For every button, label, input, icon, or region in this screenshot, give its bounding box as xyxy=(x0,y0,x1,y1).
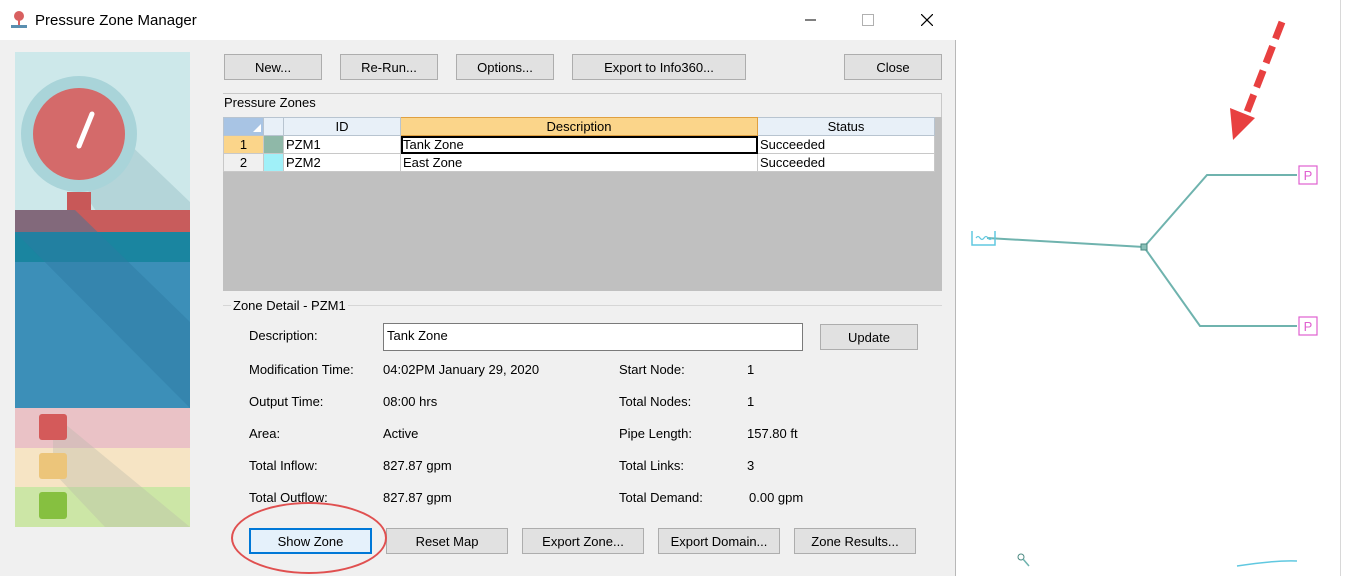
description-column-header[interactable]: Description xyxy=(400,117,758,136)
map-scroll-divider xyxy=(1340,0,1341,576)
area-value: Active xyxy=(383,426,419,441)
description-field[interactable]: Tank Zone xyxy=(383,323,803,351)
grid-corner[interactable] xyxy=(223,117,264,136)
export-domain-button[interactable]: Export Domain... xyxy=(658,528,780,554)
modification-time-value: 04:02PM January 29, 2020 xyxy=(383,362,540,377)
pipe-length-value: 157.80 ft xyxy=(747,426,798,441)
show-zone-button[interactable]: Show Zone xyxy=(249,528,372,554)
grid-header-row: ID Description Status xyxy=(223,117,935,136)
status-column-header[interactable]: Status xyxy=(757,117,935,136)
total-nodes-value: 1 xyxy=(747,394,755,409)
zone-id-cell[interactable]: PZM1 xyxy=(283,135,401,154)
pressure-zone-manager-dialog: Pressure Zone Manager New... Re-Run... O… xyxy=(0,0,956,576)
total-demand-label: Total Demand: xyxy=(619,490,703,505)
annotation-arrow-icon xyxy=(1230,20,1286,140)
zone-id-cell[interactable]: PZM2 xyxy=(283,153,401,172)
window-title: Pressure Zone Manager xyxy=(35,12,197,29)
select-all-icon xyxy=(253,123,261,132)
total-nodes-label: Total Nodes: xyxy=(619,394,692,409)
row-number[interactable]: 1 xyxy=(223,135,264,154)
total-outflow-value: 827.87 gpm xyxy=(383,490,452,505)
pipe-link[interactable] xyxy=(1236,560,1298,567)
close-window-button[interactable] xyxy=(904,0,950,40)
rerun-button[interactable]: Re-Run... xyxy=(340,54,438,80)
network-map-canvas[interactable]: P P xyxy=(957,0,1352,576)
total-demand-value: 0.00 gpm xyxy=(749,490,804,505)
zone-results-button[interactable]: Zone Results... xyxy=(794,528,916,554)
total-links-value: 3 xyxy=(747,458,755,473)
close-icon xyxy=(921,14,933,26)
total-inflow-label: Total Inflow: xyxy=(249,458,318,473)
pressure-zones-grid[interactable]: ID Description Status 1 PZM1 Tank Zone S… xyxy=(223,117,935,172)
zone-status-cell[interactable]: Succeeded xyxy=(757,135,935,154)
close-button[interactable]: Close xyxy=(844,54,942,80)
pipe-link[interactable] xyxy=(1022,558,1030,567)
maximize-icon xyxy=(862,14,874,26)
zone-status-cell[interactable]: Succeeded xyxy=(757,153,935,172)
modification-time-label: Modification Time: xyxy=(249,362,354,377)
pipe-link[interactable] xyxy=(986,237,1145,248)
pipe-link[interactable] xyxy=(1143,174,1297,248)
total-inflow-value: 827.87 gpm xyxy=(383,458,452,473)
start-node-label: Start Node: xyxy=(619,362,685,377)
network-map[interactable]: P P xyxy=(957,0,1352,576)
pump-icon[interactable]: P xyxy=(1298,316,1318,336)
zone-description-cell[interactable]: East Zone xyxy=(400,153,758,172)
update-button[interactable]: Update xyxy=(820,324,918,350)
area-label: Area: xyxy=(249,426,281,441)
output-time-value: 08:00 hrs xyxy=(383,394,438,409)
table-row[interactable]: 1 PZM1 Tank Zone Succeeded xyxy=(223,135,935,154)
minimize-button[interactable] xyxy=(788,0,834,40)
new-button[interactable]: New... xyxy=(224,54,322,80)
tank-icon[interactable] xyxy=(971,231,996,246)
reset-map-button[interactable]: Reset Map xyxy=(386,528,508,554)
title-bar: Pressure Zone Manager xyxy=(0,0,956,40)
pump-label: P xyxy=(1304,319,1313,334)
export-zone-button[interactable]: Export Zone... xyxy=(522,528,644,554)
junction-node[interactable] xyxy=(1140,243,1148,251)
zone-description-cell[interactable]: Tank Zone xyxy=(400,135,758,154)
pump-label: P xyxy=(1304,168,1313,183)
row-number[interactable]: 2 xyxy=(223,153,264,172)
zone-color-swatch xyxy=(263,153,284,172)
start-node-value: 1 xyxy=(747,362,755,377)
export-info360-button[interactable]: Export to Info360... xyxy=(572,54,746,80)
id-column-header[interactable]: ID xyxy=(283,117,401,136)
output-time-label: Output Time: xyxy=(249,394,324,409)
total-outflow-label: Total Outflow: xyxy=(249,490,328,505)
maximize-button[interactable] xyxy=(845,0,891,40)
zone-detail-title: Zone Detail - PZM1 xyxy=(231,298,348,313)
total-links-label: Total Links: xyxy=(619,458,685,473)
zone-color-swatch xyxy=(263,135,284,154)
color-column-header xyxy=(263,117,284,136)
minimize-icon xyxy=(805,19,816,21)
options-button[interactable]: Options... xyxy=(456,54,554,80)
app-icon xyxy=(11,11,27,28)
pressure-zones-label: Pressure Zones xyxy=(224,95,316,110)
pressure-gauge-illustration xyxy=(15,52,190,527)
pipe-link[interactable] xyxy=(1143,246,1297,327)
table-row[interactable]: 2 PZM2 East Zone Succeeded xyxy=(223,153,935,172)
description-label: Description: xyxy=(249,328,318,343)
pipe-length-label: Pipe Length: xyxy=(619,426,693,441)
pump-icon[interactable]: P xyxy=(1298,165,1318,185)
